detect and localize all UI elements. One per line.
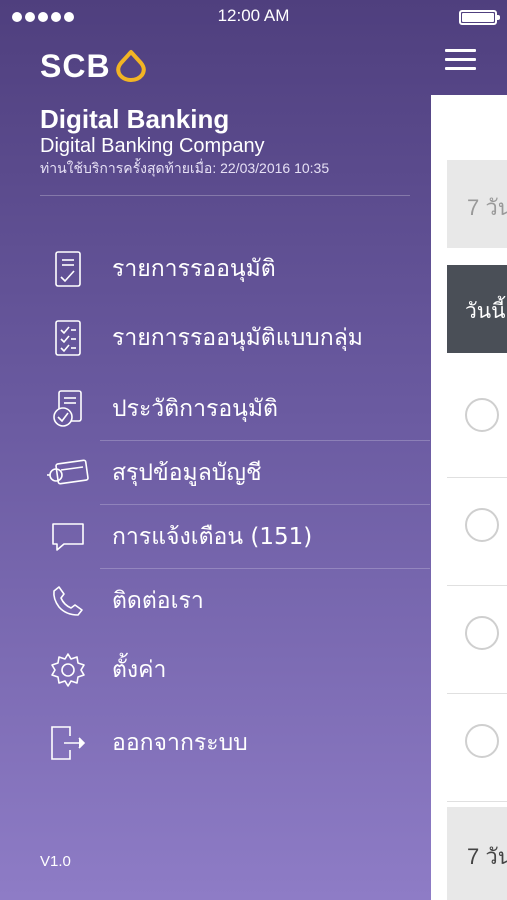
list-item[interactable] [447, 586, 507, 694]
select-radio[interactable] [465, 724, 499, 758]
select-radio[interactable] [465, 616, 499, 650]
menu-item-settings[interactable]: ตั้งค่า [40, 638, 410, 702]
main-content: 7 วัน วันนี้ 7 วัน [431, 95, 507, 900]
select-radio[interactable] [465, 398, 499, 432]
phone-icon [40, 579, 96, 623]
menu-item-label: รายการรออนุมัติ [112, 256, 276, 282]
menu-item-approval-history[interactable]: ประวัติการอนุมัติ [40, 377, 430, 441]
list-item[interactable] [447, 694, 507, 802]
menu-item-label: การแจ้งเตือน (151) [112, 524, 313, 550]
menu-item-label: สรุปข้อมูลบัญชี [112, 460, 262, 486]
scb-logo: SCB [40, 48, 148, 85]
header-divider [40, 195, 410, 196]
last-login-text: ท่านใช้บริการครั้งสุดท้ายเมื่อ: 22/03/20… [40, 160, 330, 176]
date-filter-label: 7 วัน [467, 195, 507, 220]
app-screen: 12:00 AM 7 วัน วันนี้ 7 วัน SCB Digital … [0, 0, 507, 900]
menu-item-notifications[interactable]: การแจ้งเตือน (151) [40, 505, 430, 569]
notification-icon [40, 515, 96, 559]
list-item[interactable] [447, 353, 507, 478]
section-header-today: วันนี้ [447, 265, 507, 353]
date-filter-band[interactable]: 7 วัน [447, 160, 507, 248]
menu-item-label: ประวัติการอนุมัติ [112, 396, 278, 422]
app-version: V1.0 [40, 853, 71, 870]
account-title: Digital Banking [40, 104, 230, 134]
status-time: 12:00 AM [217, 6, 290, 25]
menu-item-label: ติดต่อเรา [112, 588, 204, 614]
battery-icon [459, 10, 500, 25]
hamburger-menu-icon[interactable] [445, 49, 477, 71]
menu-item-pending-approval[interactable]: รายการรออนุมัติ [40, 237, 410, 301]
section-header-label: วันนี้ [465, 299, 506, 323]
company-name: Digital Banking Company [40, 135, 265, 157]
account-info: Digital Banking Digital Banking Company … [40, 104, 329, 178]
logo-text: SCB [40, 48, 111, 84]
account-summary-icon [40, 451, 96, 495]
menu-item-account-summary[interactable]: สรุปข้อมูลบัญชี [40, 441, 430, 505]
menu-item-label: รายการรออนุมัติแบบกลุ่ม [112, 325, 363, 351]
menu-item-label: ตั้งค่า [112, 657, 167, 683]
logout-icon [40, 721, 96, 765]
list-item[interactable] [447, 478, 507, 586]
approval-list-icon [40, 247, 96, 291]
menu-item-contact-us[interactable]: ติดต่อเรา [40, 569, 410, 633]
menu-item-label: ออกจากระบบ [112, 730, 248, 756]
scb-logo-icon [115, 49, 146, 82]
menu-item-logout[interactable]: ออกจากระบบ [40, 711, 410, 775]
menu-item-bulk-approval[interactable]: รายการรออนุมัติแบบกลุ่ม [40, 306, 410, 370]
select-radio[interactable] [465, 508, 499, 542]
navigation-drawer: SCB Digital Banking Digital Banking Comp… [0, 34, 431, 900]
date-filter-label: 7 วัน [467, 844, 507, 869]
status-bar: 12:00 AM [0, 0, 507, 34]
date-filter-band[interactable]: 7 วัน [447, 807, 507, 900]
gear-icon [40, 648, 96, 692]
approval-history-icon [40, 387, 96, 431]
bulk-approval-icon [40, 316, 96, 360]
